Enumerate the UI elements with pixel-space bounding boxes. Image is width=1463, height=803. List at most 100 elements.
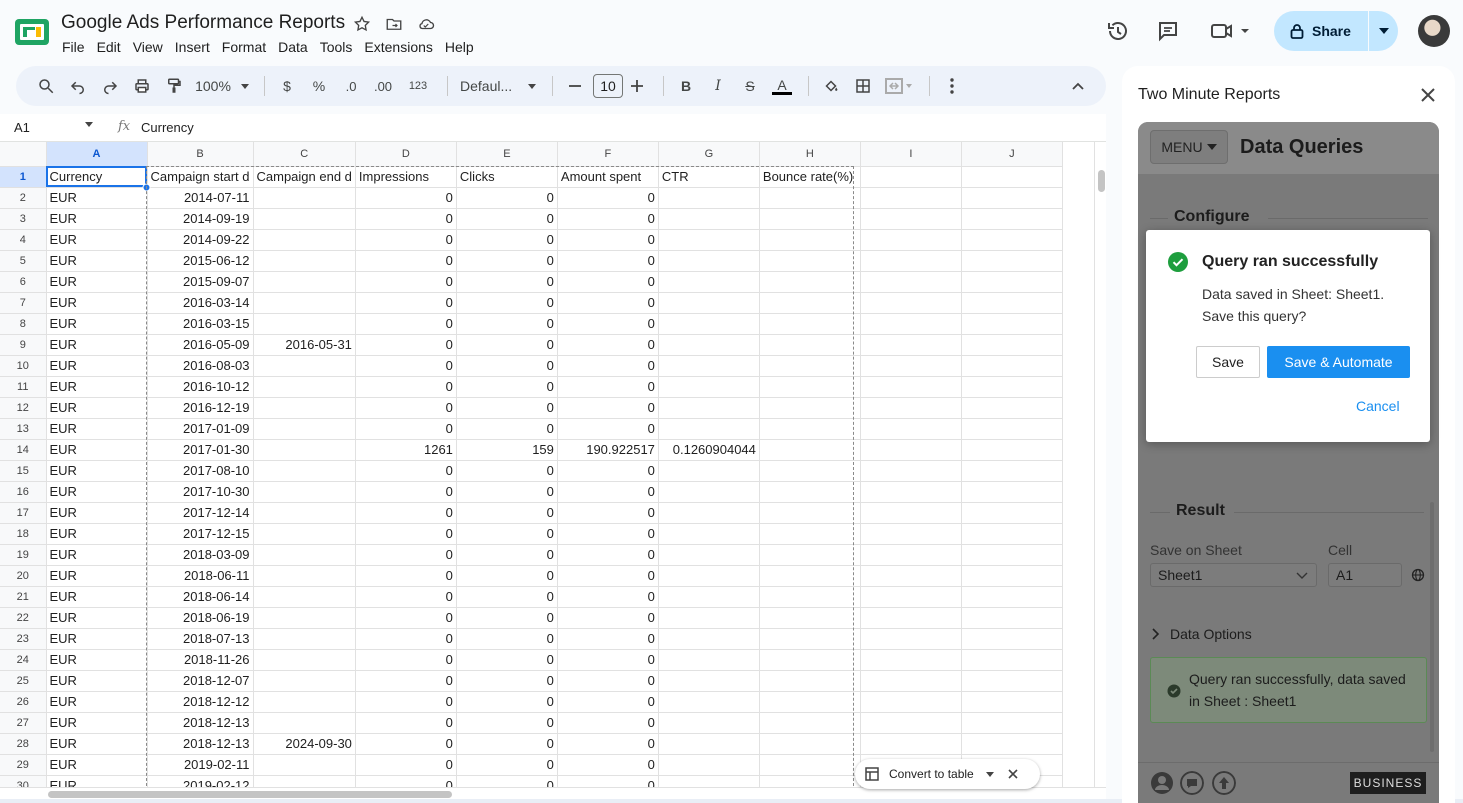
cell-input[interactable]: A1	[1328, 563, 1402, 587]
cell[interactable]: 0	[355, 670, 457, 692]
cell[interactable]: 0	[557, 460, 659, 482]
menu-button[interactable]: MENU	[1150, 130, 1228, 164]
cell[interactable]: 2018-06-11	[147, 565, 254, 587]
cell[interactable]: 2016-03-15	[147, 313, 254, 335]
cell[interactable]: 0	[557, 775, 659, 787]
cell[interactable]	[658, 565, 760, 587]
sheets-logo-icon[interactable]	[14, 18, 50, 46]
cell[interactable]	[860, 586, 962, 608]
cell[interactable]	[860, 565, 962, 587]
cell[interactable]: EUR	[46, 565, 148, 587]
cell[interactable]	[658, 544, 760, 566]
cell[interactable]	[860, 187, 962, 209]
cell[interactable]: 2024-09-30	[253, 733, 356, 755]
cell[interactable]: 0	[557, 208, 659, 230]
row-header[interactable]: 9	[0, 334, 47, 356]
cell[interactable]	[860, 691, 962, 713]
cell[interactable]: 0	[355, 523, 457, 545]
cell[interactable]	[860, 418, 962, 440]
cell[interactable]: EUR	[46, 481, 148, 503]
row-header[interactable]: 22	[0, 607, 47, 629]
menu-insert[interactable]: Insert	[169, 38, 216, 58]
cell[interactable]	[253, 775, 356, 787]
cell[interactable]: 0	[557, 502, 659, 524]
cell[interactable]	[759, 649, 861, 671]
cell[interactable]: 2016-05-09	[147, 334, 254, 356]
cell[interactable]	[961, 544, 1063, 566]
cell[interactable]: EUR	[46, 586, 148, 608]
meet-video-icon[interactable]	[1210, 19, 1250, 43]
sheet-select[interactable]: Sheet1	[1150, 563, 1317, 587]
cell[interactable]: EUR	[46, 439, 148, 461]
cell[interactable]: 0	[355, 187, 457, 209]
cell[interactable]	[759, 628, 861, 650]
cell[interactable]	[759, 775, 861, 787]
cell[interactable]: 2019-02-12	[147, 775, 254, 787]
row-header[interactable]: 21	[0, 586, 47, 608]
cell[interactable]: EUR	[46, 607, 148, 629]
cell[interactable]: 2019-02-11	[147, 754, 254, 776]
cell[interactable]: 0	[355, 565, 457, 587]
cell[interactable]: 0	[557, 586, 659, 608]
row-header[interactable]: 12	[0, 397, 47, 419]
cell[interactable]	[759, 271, 861, 293]
upgrade-icon[interactable]	[1212, 771, 1236, 795]
cell[interactable]: 0	[355, 418, 457, 440]
cell[interactable]	[658, 460, 760, 482]
column-header[interactable]: F	[557, 142, 659, 167]
currency-format-button[interactable]: $	[273, 72, 301, 100]
cell[interactable]: EUR	[46, 250, 148, 272]
cell[interactable]	[759, 313, 861, 335]
cell[interactable]	[759, 502, 861, 524]
data-options-toggle[interactable]: Data Options	[1152, 626, 1252, 642]
italic-button[interactable]: I	[704, 72, 732, 100]
cell[interactable]	[658, 334, 760, 356]
cell[interactable]: 0	[557, 733, 659, 755]
cell[interactable]	[961, 271, 1063, 293]
cell[interactable]	[961, 397, 1063, 419]
cell[interactable]: 2016-05-31	[253, 334, 356, 356]
cell[interactable]: 2017-10-30	[147, 481, 254, 503]
cell[interactable]: EUR	[46, 208, 148, 230]
row-header[interactable]: 25	[0, 670, 47, 692]
cell[interactable]	[253, 439, 356, 461]
cell[interactable]	[860, 607, 962, 629]
cell[interactable]	[759, 460, 861, 482]
cell[interactable]: EUR	[46, 712, 148, 734]
cell[interactable]	[253, 208, 356, 230]
font-size-input[interactable]: 10	[593, 74, 623, 98]
cell[interactable]: 0	[355, 292, 457, 314]
cell[interactable]: 0	[557, 670, 659, 692]
cell[interactable]: EUR	[46, 376, 148, 398]
cell[interactable]	[658, 502, 760, 524]
cell[interactable]: Impressions	[355, 166, 457, 188]
cell[interactable]: 2014-09-22	[147, 229, 254, 251]
cell[interactable]: 0	[557, 481, 659, 503]
cell[interactable]: 0	[355, 334, 457, 356]
cell[interactable]	[253, 397, 356, 419]
cell[interactable]: 0	[456, 670, 558, 692]
cell[interactable]	[658, 754, 760, 776]
cell[interactable]: 0	[456, 355, 558, 377]
cell[interactable]	[961, 607, 1063, 629]
cell[interactable]	[961, 355, 1063, 377]
cell[interactable]: Currency	[46, 166, 148, 188]
cell[interactable]: 0	[355, 607, 457, 629]
row-header[interactable]: 27	[0, 712, 47, 734]
cell[interactable]: 0	[456, 523, 558, 545]
cancel-button[interactable]: Cancel	[1356, 398, 1400, 414]
cell[interactable]	[759, 607, 861, 629]
row-header[interactable]: 8	[0, 313, 47, 335]
cell[interactable]: 0	[456, 397, 558, 419]
cell[interactable]	[759, 754, 861, 776]
cell[interactable]: 0	[456, 334, 558, 356]
row-header[interactable]: 28	[0, 733, 47, 755]
avatar[interactable]	[1418, 15, 1450, 47]
cell[interactable]: 0	[456, 775, 558, 787]
cell[interactable]	[253, 628, 356, 650]
cell[interactable]: Clicks	[456, 166, 558, 188]
cell[interactable]: 0	[557, 334, 659, 356]
cell[interactable]: 1261	[355, 439, 457, 461]
cell[interactable]	[658, 628, 760, 650]
cell[interactable]: EUR	[46, 691, 148, 713]
